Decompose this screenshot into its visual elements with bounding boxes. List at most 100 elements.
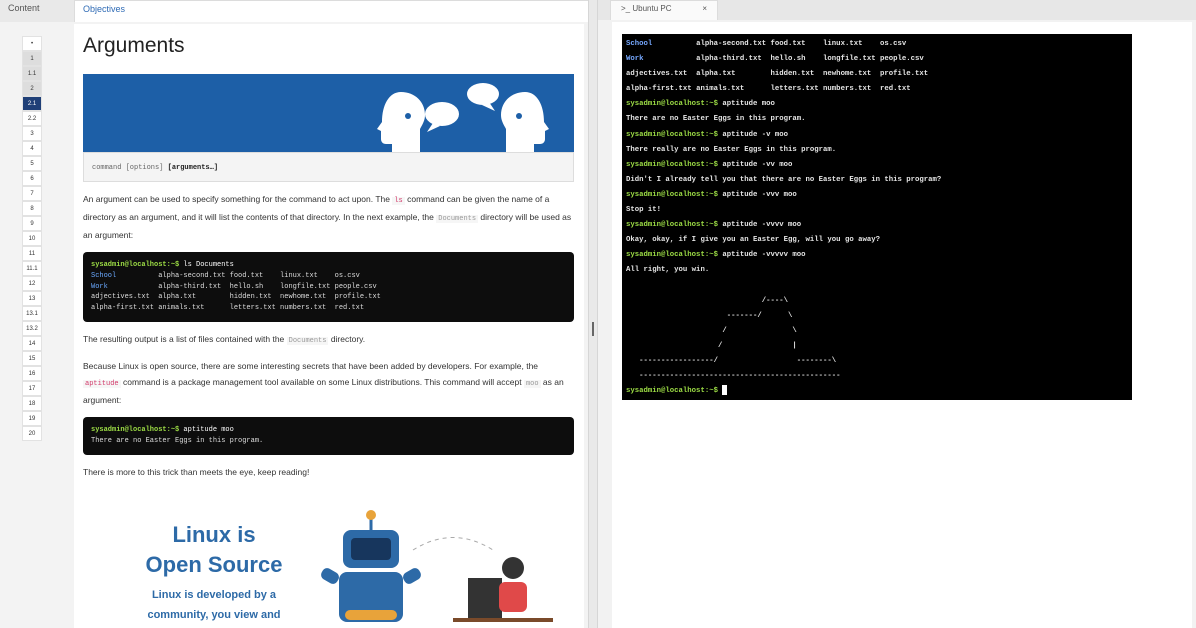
code-block-aptitude: sysadmin@localhost:~$ aptitude moo There…: [83, 416, 574, 455]
terminal-container: School alpha-second.txt food.txt linux.t…: [612, 22, 1192, 628]
command: aptitude -vvvvv moo: [722, 251, 806, 260]
text: Because Linux is open source, there are …: [83, 360, 539, 371]
command: aptitude -vv moo: [722, 160, 793, 169]
syntax-text: command [options]: [92, 164, 168, 172]
nav-item[interactable]: 5: [22, 156, 42, 171]
pane-splitter[interactable]: [588, 0, 598, 628]
nav-item[interactable]: 10: [22, 231, 42, 246]
nav-item[interactable]: 13.2: [22, 321, 42, 336]
nav-item[interactable]: 16: [22, 366, 42, 381]
nav-item[interactable]: 2.2: [22, 111, 42, 126]
command-output: All right, you win.: [626, 266, 710, 275]
prompt: sysadmin@localhost:~$: [91, 425, 180, 434]
nav-item[interactable]: 11: [22, 246, 42, 261]
nav-item[interactable]: 13: [22, 291, 42, 306]
inline-code-documents: Documents: [436, 215, 479, 223]
paragraph-easter-eggs: Because Linux is open source, there are …: [83, 358, 574, 408]
inline-code-moo: moo: [523, 379, 541, 388]
nav-item[interactable]: 14: [22, 336, 42, 351]
page-title: Arguments: [83, 34, 185, 57]
text: command is a package management tool ava…: [120, 376, 524, 387]
terminal-screen[interactable]: School alpha-second.txt food.txt linux.t…: [622, 34, 1132, 400]
ls-row: alpha-first.txt animals.txt letters.txt …: [91, 304, 365, 313]
nav-item[interactable]: 15: [22, 351, 42, 366]
terminal-icon: >_: [621, 4, 631, 13]
tab-objectives[interactable]: Objectives: [74, 0, 594, 22]
text: directory.: [328, 333, 366, 344]
command: aptitude moo: [179, 425, 234, 434]
syntax-arguments: [arguments…]: [167, 164, 219, 172]
tab-ubuntu-pc[interactable]: >_ Ubuntu PC ×: [610, 0, 718, 20]
splitter-grip-icon[interactable]: [592, 322, 594, 336]
lesson-tabs: Content Objectives: [0, 0, 594, 22]
paragraph-keep-reading: There is more to this trick than meets t…: [83, 466, 310, 477]
prompt: sysadmin@localhost:~$: [91, 261, 180, 269]
nav-item[interactable]: 20: [22, 426, 42, 441]
close-icon[interactable]: ×: [702, 1, 707, 17]
prompt: sysadmin@localhost:~$: [626, 221, 718, 230]
nav-item[interactable]: 19: [22, 411, 42, 426]
nav-item[interactable]: 2: [22, 81, 42, 96]
prompt: sysadmin@localhost:~$: [626, 387, 718, 396]
lesson-pane: Content Objectives • 1 1.1 2 2.1 2.2 3 4 5 6 7 8 9 10…: [0, 0, 594, 628]
prompt: sysadmin@localhost:~$: [626, 100, 718, 109]
nav-item[interactable]: 9: [22, 216, 42, 231]
tab-content[interactable]: Content: [0, 0, 48, 22]
command: aptitude -vvv moo: [722, 190, 797, 199]
terminal-tabs: >_ Ubuntu PC ×: [598, 0, 1196, 20]
nav-item[interactable]: 12: [22, 276, 42, 291]
paragraph-result: The resulting output is a list of files …: [83, 331, 574, 349]
nav-item[interactable]: •: [22, 36, 42, 51]
command-output: Okay, okay, if I give you an Easter Egg,…: [626, 236, 880, 245]
inline-code-ls: ls: [392, 197, 405, 205]
linux-open-source-graphic: Linux is Open Source Linux is developed …: [83, 500, 574, 628]
ls-items: alpha-second.txt food.txt linux.txt os.c…: [696, 40, 907, 48]
text: The resulting output is a list of files …: [83, 333, 287, 344]
inline-code-documents: Documents: [286, 336, 329, 345]
nav-item[interactable]: 3: [22, 126, 42, 141]
nav-item[interactable]: 18: [22, 396, 42, 411]
paragraph-intro: An argument can be used to specify somet…: [83, 191, 574, 243]
speech-heads-illustration: [377, 83, 549, 152]
command: aptitude moo: [722, 100, 775, 109]
promo-line: Open Source: [145, 551, 283, 577]
cursor-icon: [722, 385, 728, 396]
ls-item: Work: [626, 55, 697, 64]
nav-item[interactable]: 1.1: [22, 66, 42, 81]
promo-line: Linux is developed by a: [151, 588, 277, 601]
ls-item: alpha-first.txt: [626, 85, 697, 94]
text: An argument can be used to specify somet…: [83, 194, 393, 204]
code-block-ls: sysadmin@localhost:~$ ls Documents Schoo…: [83, 252, 574, 322]
command-syntax: command [options] [arguments…]: [83, 152, 574, 182]
nav-item[interactable]: 13.1: [22, 306, 42, 321]
nav-item[interactable]: 4: [22, 141, 42, 156]
ascii-art: /----\ -------/ \ / \ / | --------------…: [639, 296, 841, 381]
nav-item[interactable]: 2.1: [22, 96, 42, 111]
promo-line: Linux is: [172, 521, 256, 547]
command-output: Didn't I already tell you that there are…: [626, 175, 942, 184]
command-output: There really are no Easter Eggs in this …: [626, 145, 837, 154]
command-output: Stop it!: [626, 206, 662, 215]
nav-item[interactable]: 17: [22, 381, 42, 396]
ls-item: School: [626, 40, 697, 48]
nav-item[interactable]: 1: [22, 51, 42, 66]
ls-items: alpha.txt hidden.txt newhome.txt profile…: [696, 70, 929, 79]
prompt: sysadmin@localhost:~$: [626, 160, 718, 169]
command: aptitude -vvvv moo: [722, 221, 802, 230]
command-output: There are no Easter Eggs in this program…: [91, 436, 264, 445]
promo-line: community, you view and: [147, 608, 281, 621]
promo-text: Linux is Open Source Linux is developed …: [129, 520, 299, 624]
prompt: sysadmin@localhost:~$: [626, 190, 718, 199]
ls-item: adjectives.txt: [626, 70, 697, 79]
nav-item[interactable]: 11.1: [22, 261, 42, 276]
lesson-document: Arguments command [options] [arguments…]…: [74, 24, 584, 628]
command: aptitude -v moo: [722, 130, 789, 139]
ls-row: adjectives.txt alpha.txt hidden.txt newh…: [91, 293, 381, 302]
prompt: sysadmin@localhost:~$: [626, 130, 718, 139]
ls-output: School alpha-second.txt food.txt linux.t…: [91, 272, 381, 312]
nav-item[interactable]: 8: [22, 201, 42, 216]
nav-item[interactable]: 6: [22, 171, 42, 186]
prompt: sysadmin@localhost:~$: [626, 251, 718, 260]
nav-item[interactable]: 7: [22, 186, 42, 201]
ls-items: alpha-third.txt hello.sh longfile.txt pe…: [696, 55, 924, 64]
